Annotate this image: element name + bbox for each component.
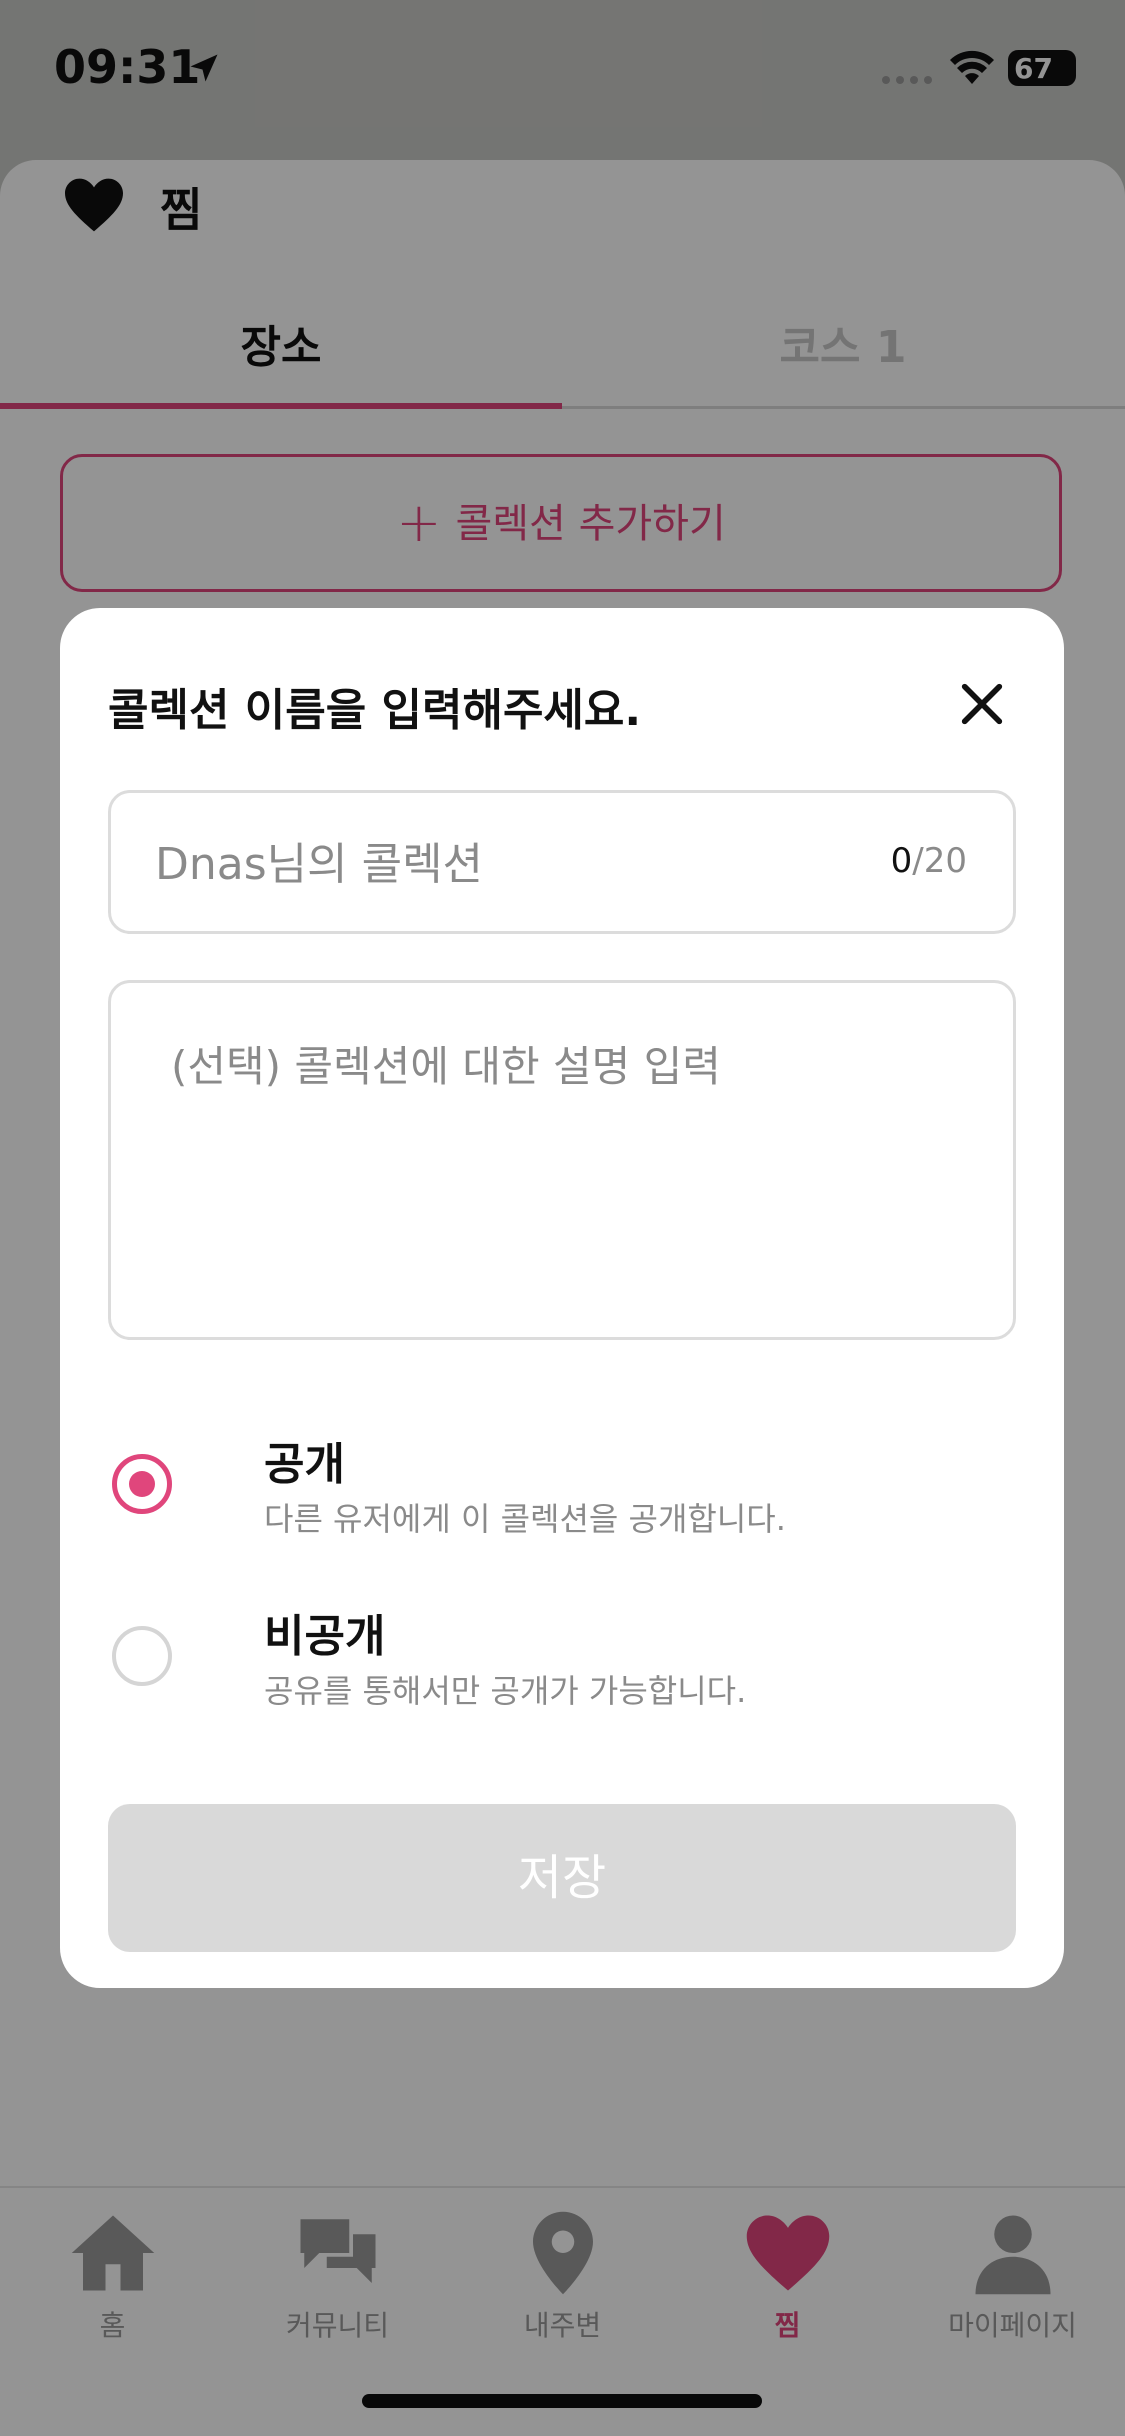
close-icon[interactable] (956, 678, 1008, 730)
collection-description-input[interactable] (171, 1033, 961, 1293)
collection-name-input[interactable] (155, 829, 855, 899)
radio-private[interactable] (112, 1626, 172, 1686)
character-counter: 0/20 (891, 841, 967, 881)
modal-title: 콜렉션 이름을 입력해주세요. (108, 685, 642, 736)
create-collection-modal: 콜렉션 이름을 입력해주세요. 0/20 공개 다른 유저에게 이 콜렉션을 공… (60, 608, 1064, 1988)
char-count-current: 0 (890, 841, 913, 881)
option-public-title: 공개 (264, 1439, 345, 1490)
option-public-description: 다른 유저에게 이 콜렉션을 공개합니다. (264, 1500, 786, 1538)
radio-public[interactable] (112, 1454, 172, 1514)
collection-description-field (108, 980, 1016, 1340)
app-screen: 09:31 67 찜 장소 코스 1 + 콜렉션 추가하기 홈 커뮤니티 내주변… (0, 0, 1125, 2436)
visibility-option-public[interactable]: 공개 다른 유저에게 이 콜렉션을 공개합니다. (108, 1428, 1016, 1558)
save-button[interactable]: 저장 (108, 1804, 1016, 1952)
collection-name-field: 0/20 (108, 790, 1016, 934)
option-private-title: 비공개 (264, 1611, 386, 1662)
option-private-description: 공유를 통해서만 공개가 가능합니다. (264, 1672, 747, 1710)
visibility-option-private[interactable]: 비공개 공유를 통해서만 공개가 가능합니다. (108, 1600, 1016, 1730)
char-count-max: /20 (912, 841, 967, 881)
